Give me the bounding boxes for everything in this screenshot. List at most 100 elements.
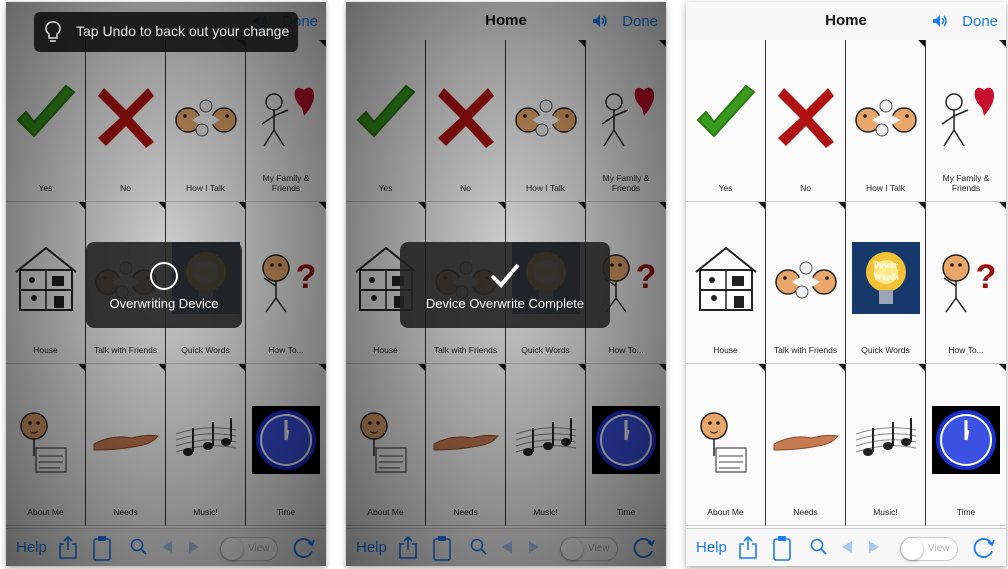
search-icon[interactable] xyxy=(130,538,148,556)
music-notes-icon xyxy=(172,404,240,476)
grid-cell[interactable]: No xyxy=(766,40,846,202)
page-title: Home xyxy=(485,12,527,29)
refresh-icon[interactable] xyxy=(632,536,656,560)
cell-label: Talk with Friends xyxy=(433,345,498,355)
done-button[interactable]: Done xyxy=(622,13,658,30)
share-icon[interactable] xyxy=(398,535,418,560)
grid-cell[interactable]: House xyxy=(6,202,86,364)
music-notes-icon xyxy=(512,404,580,476)
refresh-icon[interactable] xyxy=(972,536,996,560)
cell-label: Needs xyxy=(113,507,138,517)
lightbulb-icon xyxy=(44,20,62,44)
grid-cell[interactable]: Talk with Friends xyxy=(766,202,846,364)
cell-label: Quick Words xyxy=(861,345,910,355)
loading-spinner-icon xyxy=(150,262,178,290)
grid-cell[interactable]: No xyxy=(86,40,166,202)
check-mark-icon xyxy=(352,80,420,152)
talking-faces-icon xyxy=(852,80,920,152)
grid-cell[interactable]: No xyxy=(426,40,506,202)
red-x-icon xyxy=(432,80,500,152)
help-button[interactable]: Help xyxy=(696,539,727,556)
grid-cell[interactable]: About Me xyxy=(346,364,426,526)
search-icon[interactable] xyxy=(810,538,828,556)
grid-cell[interactable]: About Me xyxy=(6,364,86,526)
grid-cell[interactable]: How I Talk xyxy=(846,40,926,202)
view-toggle-label: View xyxy=(588,543,610,554)
cell-label: My Family & Friends xyxy=(262,173,310,193)
cell-label: No xyxy=(120,183,131,193)
grid-cell[interactable]: How I Talk xyxy=(506,40,586,202)
view-toggle-label: View xyxy=(928,543,950,554)
help-button[interactable]: Help xyxy=(16,539,47,556)
grid-cell[interactable]: Yes xyxy=(346,40,426,202)
done-button[interactable]: Done xyxy=(962,13,998,30)
grid-cell[interactable]: ? How To... xyxy=(246,202,326,364)
grid-cell[interactable]: Time xyxy=(586,364,666,526)
svg-text:?: ? xyxy=(296,258,317,296)
cell-label: Needs xyxy=(453,507,478,517)
view-toggle[interactable]: View xyxy=(220,537,278,561)
grid-cell[interactable]: Power Words Quick Words xyxy=(846,202,926,364)
search-icon[interactable] xyxy=(470,538,488,556)
cell-label: Time xyxy=(276,507,296,517)
grid-cell[interactable]: ? How To... xyxy=(926,202,1006,364)
next-arrow-icon[interactable] xyxy=(188,540,200,554)
clipboard-icon[interactable] xyxy=(432,535,452,561)
cell-label: House xyxy=(713,345,738,355)
grid-cell[interactable]: My Family & Friends xyxy=(586,40,666,202)
grid-cell[interactable]: Yes xyxy=(6,40,86,202)
speaker-icon[interactable] xyxy=(592,14,608,28)
grid-cell[interactable]: Yes xyxy=(686,40,766,202)
clipboard-icon[interactable] xyxy=(92,535,112,561)
help-button[interactable]: Help xyxy=(356,539,387,556)
next-arrow-icon[interactable] xyxy=(868,540,880,554)
stick-figure-heart-icon xyxy=(592,80,660,152)
grid-cell[interactable]: How I Talk xyxy=(166,40,246,202)
cell-label: My Family & Friends xyxy=(602,173,650,193)
share-icon[interactable] xyxy=(58,535,78,560)
previous-arrow-icon[interactable] xyxy=(161,540,173,554)
previous-arrow-icon[interactable] xyxy=(841,540,853,554)
share-icon[interactable] xyxy=(738,535,758,560)
grid-cell[interactable]: Needs xyxy=(86,364,166,526)
grid-cell[interactable]: Time xyxy=(926,364,1006,526)
open-hand-icon xyxy=(92,404,160,476)
button-grid: Yes No How I Talk My Family & Friends House T… xyxy=(686,40,1006,528)
next-arrow-icon[interactable] xyxy=(528,540,540,554)
clock-icon xyxy=(252,404,320,476)
grid-cell[interactable]: My Family & Friends xyxy=(926,40,1006,202)
view-toggle-knob[interactable] xyxy=(561,538,583,560)
grid-cell[interactable]: About Me xyxy=(686,364,766,526)
svg-text:?: ? xyxy=(636,258,657,296)
cell-label: About Me xyxy=(367,507,404,517)
bottom-toolbar: Help View xyxy=(686,528,1006,566)
cell-label: How I Talk xyxy=(185,183,226,193)
speaker-icon[interactable] xyxy=(932,14,948,28)
grid-cell[interactable]: Needs xyxy=(766,364,846,526)
view-toggle[interactable]: View xyxy=(900,537,958,561)
grid-cell[interactable]: Music! xyxy=(166,364,246,526)
stick-figure-heart-icon xyxy=(252,80,320,152)
grid-cell[interactable]: Music! xyxy=(846,364,926,526)
previous-arrow-icon[interactable] xyxy=(501,540,513,554)
cell-label: House xyxy=(33,345,58,355)
grid-cell[interactable]: House xyxy=(686,202,766,364)
grid-cell[interactable]: Time xyxy=(246,364,326,526)
view-toggle-knob[interactable] xyxy=(221,538,243,560)
cell-label: How To... xyxy=(608,345,644,355)
undo-tip-banner: Tap Undo to back out your change xyxy=(34,12,298,52)
clipboard-icon[interactable] xyxy=(772,535,792,561)
grid-cell[interactable]: Needs xyxy=(426,364,506,526)
svg-text:?: ? xyxy=(976,258,997,296)
view-toggle[interactable]: View xyxy=(560,537,618,561)
grid-cell[interactable]: Music! xyxy=(506,364,586,526)
cell-label: My Family & Friends xyxy=(942,173,990,193)
refresh-icon[interactable] xyxy=(292,536,316,560)
view-toggle-knob[interactable] xyxy=(901,538,923,560)
status-hud-text: Overwriting Device xyxy=(109,296,219,311)
page-title: Home xyxy=(825,12,867,29)
person-name-card-icon xyxy=(12,404,80,476)
grid-cell[interactable]: My Family & Friends xyxy=(246,40,326,202)
svg-text:Words: Words xyxy=(873,272,899,282)
svg-text:Power: Power xyxy=(874,260,899,270)
